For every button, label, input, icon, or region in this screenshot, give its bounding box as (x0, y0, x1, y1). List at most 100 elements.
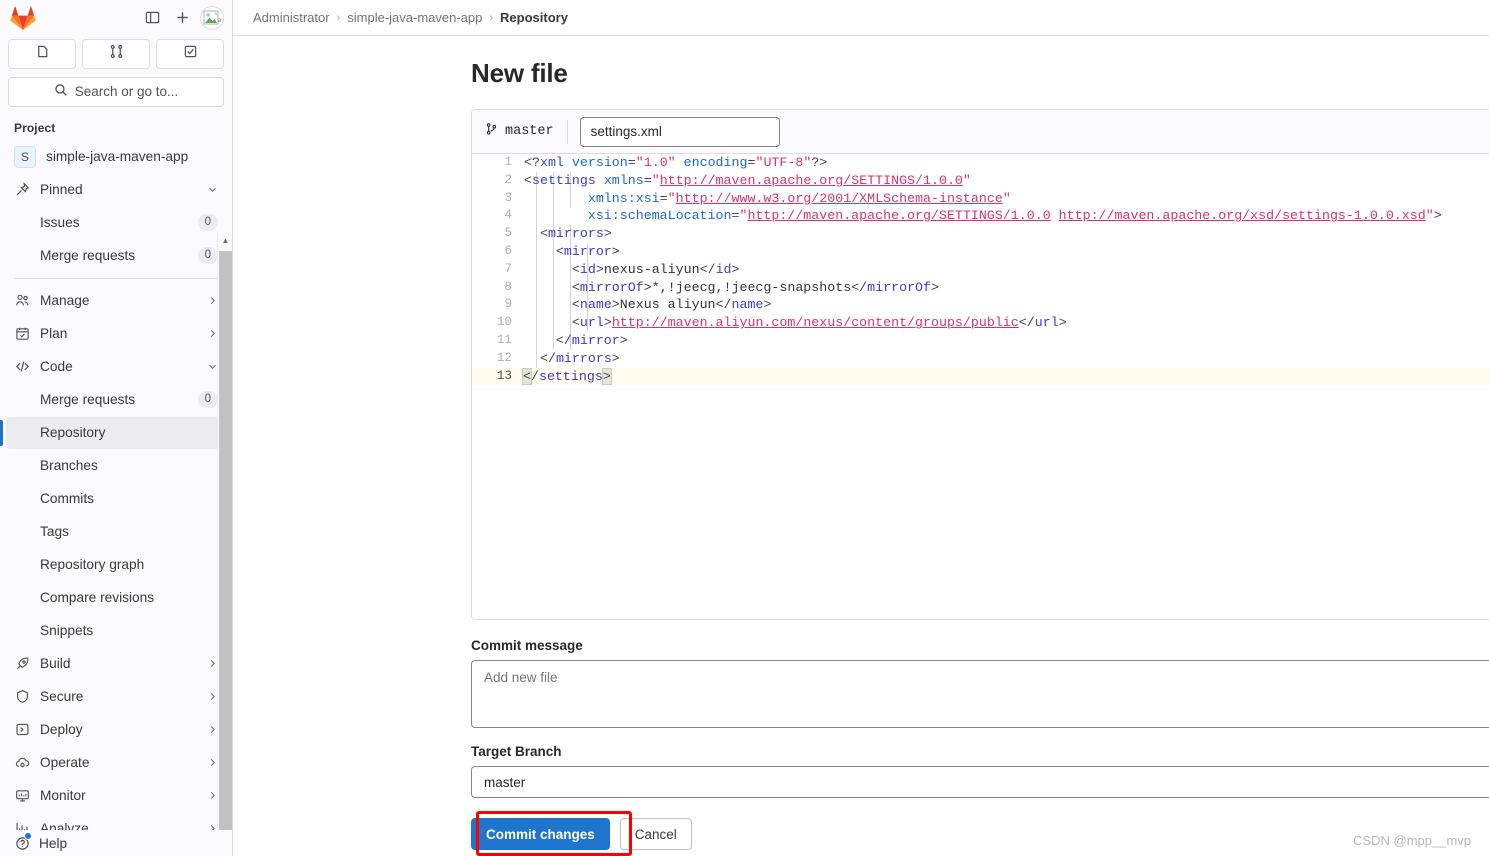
breadcrumb-item-project[interactable]: simple-java-maven-app (347, 10, 482, 25)
breadcrumb-item-administrator[interactable]: Administrator (253, 10, 330, 25)
code-line[interactable]: 8 <mirrorOf>*,!jeecg,!jeecg-snapshots</m… (472, 279, 1489, 297)
sidebar-item-repository[interactable]: Repository (0, 416, 226, 449)
sidebar-item-merge-requests[interactable]: Merge requests 0 (6, 240, 226, 272)
code-token: url (579, 315, 604, 331)
code-line[interactable]: 12 </mirrors> (472, 350, 1489, 368)
sidebar-item-label: Merge requests (40, 248, 136, 264)
sidebar-item-tags[interactable]: Tags (6, 516, 226, 548)
code-line-text: <name>Nexus aliyun</name> (524, 296, 1489, 314)
breadcrumb-item-repository[interactable]: Repository (500, 10, 568, 25)
sidebar-item-snippets[interactable]: Snippets (6, 615, 226, 647)
code-token: name (579, 297, 612, 313)
sidebar-item-build[interactable]: Build (6, 648, 226, 680)
filename-input[interactable] (579, 116, 780, 147)
code-line-text: <settings xmlns="http://maven.apache.org… (524, 172, 1489, 190)
code-line[interactable]: 1 <?xml version="1.0" encoding="UTF-8"?> (472, 154, 1489, 172)
todos-shortcut-button[interactable] (156, 39, 224, 70)
code-line[interactable]: 7 <id>nexus-aliyun</id> (472, 261, 1489, 279)
code-token: name (731, 297, 764, 313)
code-line-text: <url>http://maven.aliyun.com/nexus/conte… (524, 314, 1489, 332)
sidebar-item-branches[interactable]: Branches (6, 450, 226, 482)
code-token: > (603, 226, 612, 242)
code-line[interactable]: 13 </settings> (472, 367, 1489, 386)
form-actions: Commit changes Cancel (471, 818, 1489, 850)
commit-message-input[interactable] (471, 660, 1489, 728)
code-token: > (611, 243, 620, 259)
code-token: *,!jeecg,!jeecg-snapshots (651, 279, 852, 295)
project-avatar: S (14, 145, 36, 168)
breadcrumb-separator-icon: › (336, 11, 341, 24)
code-line[interactable]: 6 <mirror> (472, 243, 1489, 261)
merge-requests-shortcut-button[interactable] (82, 39, 150, 70)
code-line[interactable]: 3 xmlns:xsi="http://www.w3.org/2001/XMLS… (472, 190, 1489, 208)
sidebar-scrollbar[interactable]: ▲ ▼ (217, 232, 232, 831)
code-line[interactable]: 5 <mirrors> (472, 225, 1489, 243)
sidebar-item-monitor[interactable]: Monitor (6, 780, 226, 812)
sidebar-item-deploy[interactable]: Deploy (6, 714, 226, 746)
chevron-down-icon[interactable] (207, 184, 218, 195)
code-token: url (1034, 315, 1059, 331)
collapse-sidebar-icon[interactable] (138, 5, 166, 31)
code-token: settings (531, 172, 596, 188)
scroll-up-arrow-icon[interactable]: ▲ (218, 233, 232, 249)
sidebar-item-analyze[interactable]: Analyze (6, 813, 226, 831)
sidebar-item-pinned[interactable]: Pinned (6, 174, 226, 206)
target-branch-label: Target Branch (471, 744, 562, 759)
commit-changes-button[interactable]: Commit changes (471, 818, 610, 850)
target-branch-input[interactable] (471, 766, 1489, 798)
code-editor[interactable]: 1 <?xml version="1.0" encoding="UTF-8"?> 2… (472, 154, 1489, 619)
code-token: < (522, 367, 532, 385)
code-token: > (619, 332, 628, 348)
code-line-text: <?xml version="1.0" encoding="UTF-8"?> (524, 154, 1489, 172)
sidebar-item-merge-requests[interactable]: Merge requests 0 (6, 384, 226, 416)
code-line[interactable]: 10 <url>http://maven.aliyun.com/nexus/co… (472, 314, 1489, 332)
pin-icon (14, 182, 30, 198)
code-token: "1.0" (635, 155, 676, 170)
main-content: Administrator › simple-java-maven-app › … (233, 0, 1489, 856)
code-token: < (524, 172, 532, 188)
code-token: < (571, 261, 580, 277)
code-token: http://maven.apache.org/SETTINGS/1.0.0 (747, 208, 1051, 224)
sidebar-item-secure[interactable]: Secure (6, 681, 226, 713)
code-token: </ (851, 279, 868, 295)
code-token: mirrorOf (867, 279, 932, 295)
sidebar-item-compare-revisions[interactable]: Compare revisions (6, 582, 226, 614)
code-line[interactable]: 9 <name>Nexus aliyun</name> (472, 296, 1489, 314)
line-number: 1 (504, 155, 512, 169)
sidebar-item-project[interactable]: S simple-java-maven-app (6, 141, 226, 173)
user-avatar[interactable]: a (200, 5, 224, 30)
sidebar-item-count-badge: 0 (197, 214, 218, 232)
search-input[interactable]: Search or go to... (8, 77, 224, 107)
sidebar-item-help[interactable]: Help (0, 830, 232, 856)
code-token: </ (699, 261, 716, 277)
code-token: http://maven.apache.org/xsd/settings-1.0… (1058, 208, 1426, 224)
code-token: " (667, 190, 676, 206)
sidebar-item-code[interactable]: Code (6, 351, 226, 383)
code-token: mirrorOf (579, 279, 644, 295)
sidebar-item-operate[interactable]: Operate (6, 747, 226, 779)
merge-request-icon (109, 44, 124, 64)
gitlab-logo-icon[interactable] (10, 6, 36, 30)
code-line-text: <mirror> (524, 243, 1489, 261)
sidebar-item-plan[interactable]: Plan (6, 318, 226, 350)
code-line[interactable]: 11 </mirror> (472, 332, 1489, 350)
code-line-text: </mirrors> (524, 350, 1489, 368)
line-number: 6 (504, 243, 512, 258)
sidebar-item-manage[interactable]: Manage (6, 285, 226, 317)
sidebar-item-commits[interactable]: Commits (6, 483, 226, 515)
code-line[interactable]: 2 <settings xmlns="http://maven.apache.or… (472, 172, 1489, 190)
plus-icon[interactable] (168, 5, 196, 31)
code-token: " (1425, 208, 1434, 224)
line-number: 4 (504, 208, 512, 223)
sidebar-nav-scroll-area: Project S simple-java-maven-app Pinned Is… (0, 115, 232, 831)
sidebar-item-issues[interactable]: Issues 0 (6, 207, 226, 239)
commit-form: Commit message Target Branch Commit chan… (471, 620, 1489, 850)
branch-icon (485, 122, 498, 141)
issues-shortcut-button[interactable] (8, 39, 76, 70)
cancel-button[interactable]: Cancel (619, 818, 692, 850)
scrollbar-thumb[interactable] (219, 250, 232, 831)
line-number: 3 (504, 190, 512, 205)
code-line[interactable]: 4 xsi:schemaLocation="http://maven.apach… (472, 207, 1489, 225)
sidebar-item-repository-graph[interactable]: Repository graph (6, 549, 226, 581)
